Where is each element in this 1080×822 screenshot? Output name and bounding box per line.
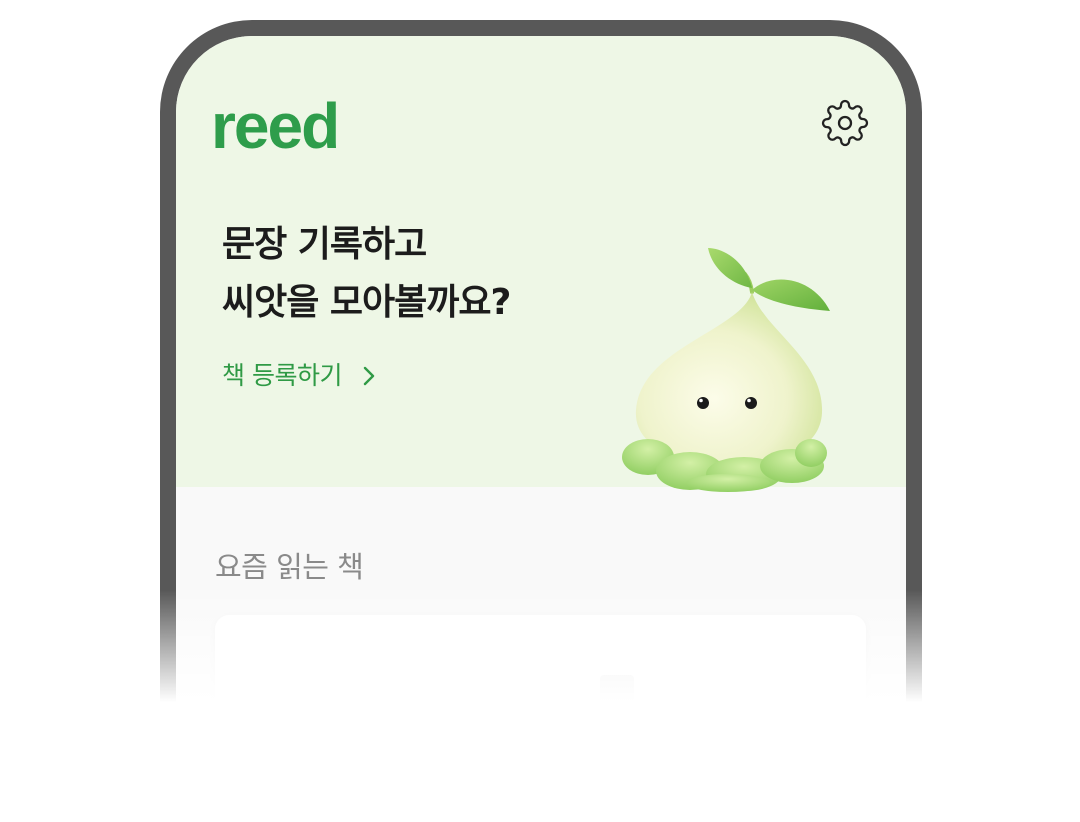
- phone-frame: reed 문장 기록하고 씨앗을 모아볼까요? 책 등록하기 요즘 읽는 책: [160, 20, 922, 720]
- register-book-label: 책 등록하기: [222, 361, 342, 390]
- current-book-card[interactable]: [215, 615, 866, 720]
- mascot-right-leaf: [752, 279, 830, 311]
- seed-sprout-mascot: [610, 240, 840, 500]
- mascot-body: [635, 292, 823, 464]
- chevron-right-icon: [363, 366, 375, 386]
- register-book-button[interactable]: 책 등록하기: [222, 358, 376, 394]
- hero-section: reed 문장 기록하고 씨앗을 모아볼까요? 책 등록하기: [176, 36, 906, 492]
- headline-line-1: 문장 기록하고: [222, 224, 427, 265]
- headline-line-2: 씨앗을 모아볼까요?: [222, 282, 511, 323]
- app-screen: reed 문장 기록하고 씨앗을 모아볼까요? 책 등록하기 요즘 읽는 책: [176, 36, 906, 720]
- app-logo: reed: [211, 90, 340, 162]
- gear-icon: [821, 99, 869, 147]
- settings-button[interactable]: [821, 99, 869, 147]
- currently-reading-title: 요즘 읽는 책: [215, 550, 364, 584]
- hero-headline: 문장 기록하고 씨앗을 모아볼까요?: [222, 216, 511, 332]
- book-cover-placeholder: [600, 675, 634, 715]
- mascot-left-leaf: [708, 248, 752, 288]
- mascot-leaves: [708, 248, 830, 311]
